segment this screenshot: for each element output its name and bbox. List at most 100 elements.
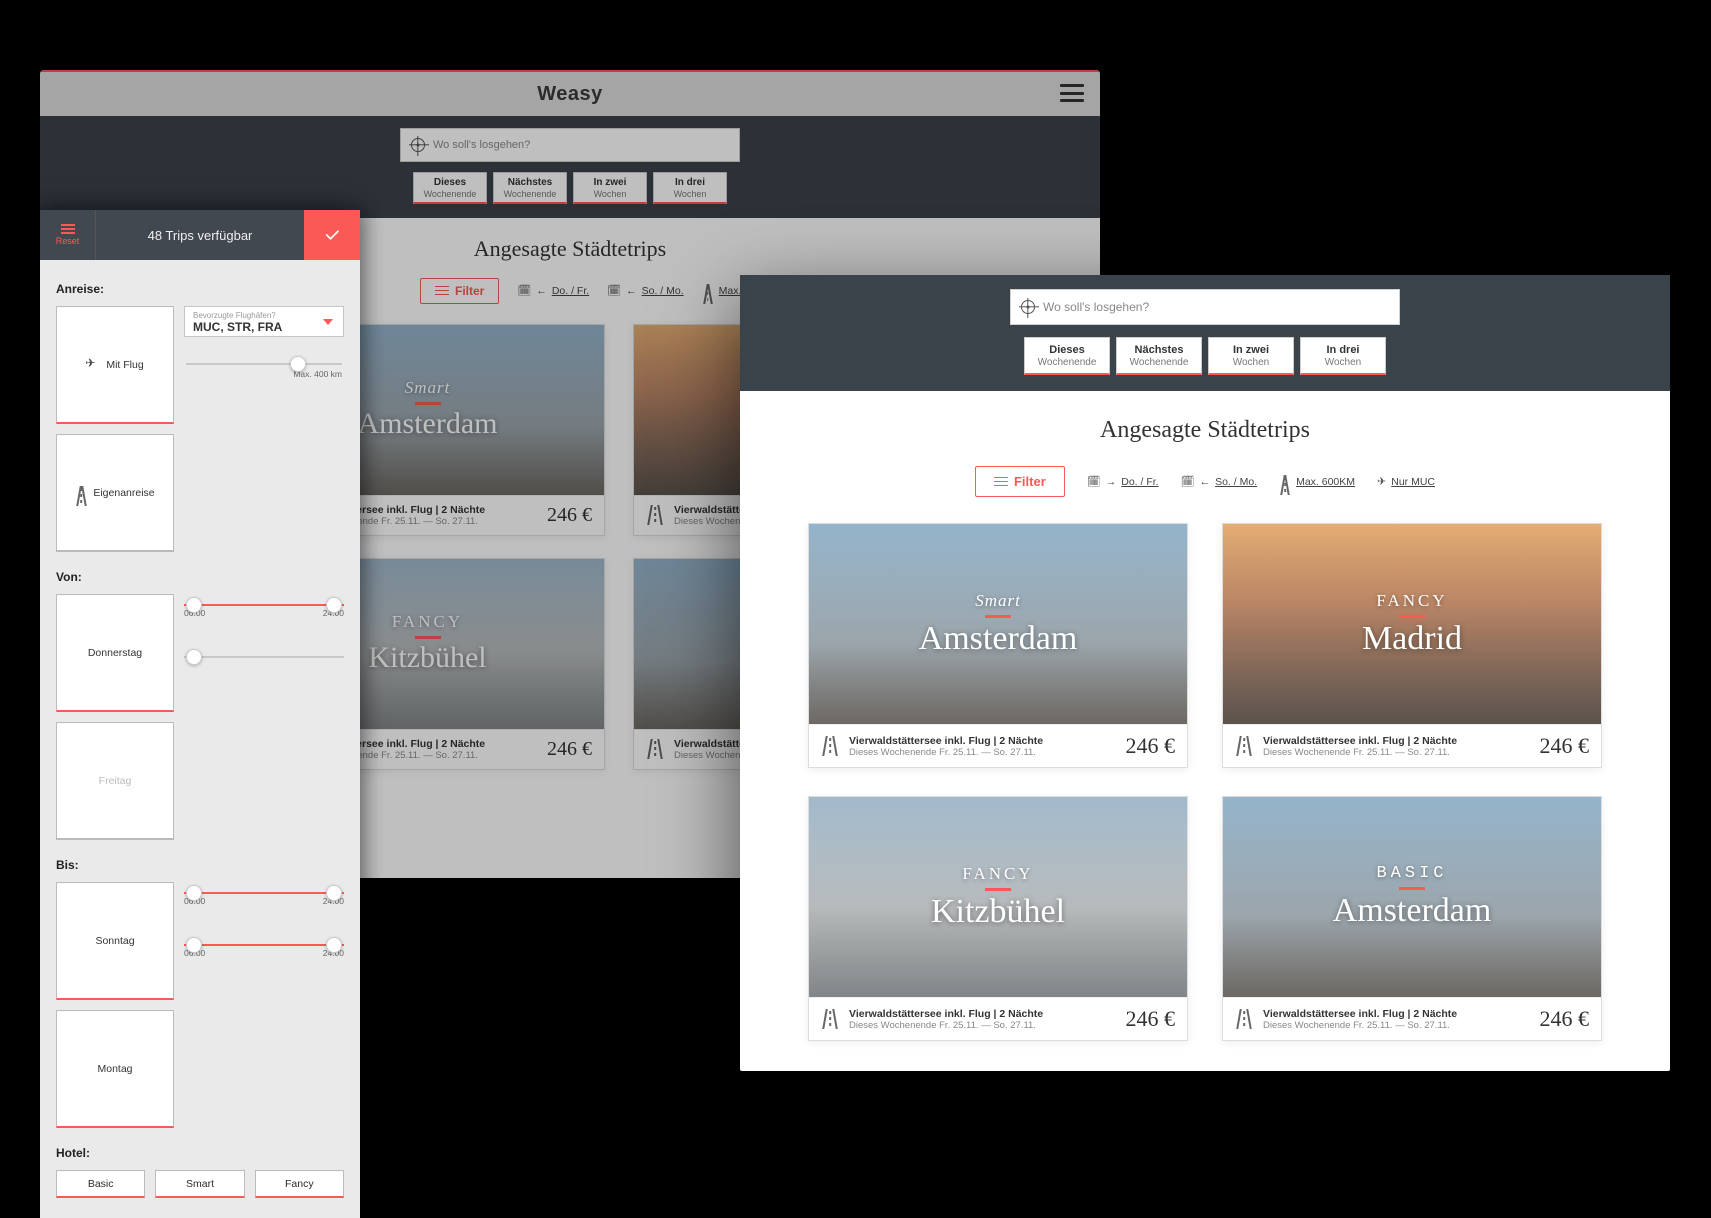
road-icon [646,505,664,525]
plane-icon [86,358,100,372]
time-slider-von-2[interactable] [184,646,344,662]
check-icon [323,226,341,244]
card-tag: BASIC [1376,864,1447,883]
trip-count: 48 Trips verfügbar [96,210,304,260]
filter-panel-header: Reset 48 Trips verfügbar [40,210,360,260]
chip-distance[interactable]: Max. 600KM [1279,475,1355,489]
hotel-option-fancy[interactable]: Fancy [255,1170,344,1198]
searchbar: Wo soll's losgehen? DiesesWochenende Näc… [740,275,1670,391]
date-pill[interactable]: In zweiWochen [1208,337,1294,375]
section-von-label: Von: [56,570,344,584]
chip-return[interactable]: 🗓←So. / Mo. [607,284,683,297]
date-pill-row: DiesesWochenende NächstesWochenende In z… [413,172,727,204]
card-price: 246 € [1540,1006,1590,1032]
chip-airport[interactable]: ✈Nur MUC [1377,475,1435,488]
calendar-icon: 🗓 [517,284,531,297]
calendar-icon: 🗓 [1181,475,1195,488]
date-pill[interactable]: NächstesWochenende [1116,337,1202,375]
search-input[interactable]: Wo soll's losgehen? [1010,289,1400,325]
time-slider-bis-2[interactable]: 06:0024:00 [184,934,344,958]
card-price: 246 € [1126,733,1176,759]
card-price: 246 € [547,738,592,761]
card-tag: Smart [405,378,451,398]
target-icon [411,138,425,152]
airport-select[interactable]: Bevorzugte Flughäfen? MUC, STR, FRA [184,306,344,337]
hotel-option-basic[interactable]: Basic [56,1170,145,1198]
filter-button[interactable]: Filter [420,278,499,304]
window-foreground: Wo soll's losgehen? DiesesWochenende Näc… [740,275,1670,1071]
card-price: 246 € [547,504,592,527]
road-icon [1279,475,1291,489]
filter-panel: Reset 48 Trips verfügbar Anreise: Mit Fl… [40,210,360,1218]
trip-card[interactable]: FANCY Madrid Vierwaldstättersee inkl. Fl… [1222,523,1602,768]
accent-underline [1399,615,1425,618]
card-tag: FANCY [962,864,1033,884]
card-tag: Smart [975,591,1021,611]
road-icon [75,486,87,500]
search-placeholder: Wo soll's losgehen? [433,139,530,151]
date-pill[interactable]: In dreiWochen [1300,337,1386,375]
card-city: Amsterdam [919,620,1078,658]
trip-card[interactable]: BASIC Amsterdam Vierwaldstättersee inkl.… [1222,796,1602,1041]
calendar-icon: 🗓 [1087,475,1101,488]
trip-card[interactable]: FANCY Kitzbühel Vierwaldstättersee inkl.… [808,796,1188,1041]
reset-button[interactable]: Reset [40,210,96,260]
option-mit-flug[interactable]: Mit Flug [56,306,174,424]
section-bis-label: Bis: [56,858,344,872]
filter-summary-row: Filter 🗓→Do. / Fr. 🗓←So. / Mo. Max. 600K… [975,466,1435,497]
menu-icon[interactable] [1060,84,1084,102]
option-sonntag[interactable]: Sonntag [56,882,174,1000]
time-slider-von-1[interactable]: 06:0024:00 [184,594,344,618]
apply-button[interactable] [304,210,360,260]
accent-underline [1399,887,1425,890]
option-freitag[interactable]: Freitag [56,722,174,840]
date-pill[interactable]: NächstesWochenende [493,172,567,204]
search-input[interactable]: Wo soll's losgehen? [400,128,740,162]
chip-depart[interactable]: 🗓←Do. / Fr. [517,284,589,297]
accent-underline [985,615,1011,618]
distance-slider[interactable]: Max. 400 km [184,347,344,379]
filter-button[interactable]: Filter [975,466,1065,497]
chip-depart[interactable]: 🗓→Do. / Fr. [1087,475,1159,488]
section-hotel-label: Hotel: [56,1146,344,1160]
section-anreise-label: Anreise: [56,282,344,296]
road-icon [821,736,839,756]
content: Angesagte Städtetrips Filter 🗓→Do. / Fr.… [740,391,1670,1071]
airport-hint: Bevorzugte Flughäfen? [193,311,335,320]
date-pill[interactable]: In zweiWochen [573,172,647,204]
option-montag[interactable]: Montag [56,1010,174,1128]
road-icon [1235,1009,1253,1029]
accent-underline [415,636,441,639]
page-title: Angesagte Städtetrips [1100,417,1310,444]
accent-underline [985,888,1011,891]
road-icon [702,284,714,297]
calendar-icon: 🗓 [607,284,621,297]
card-city: Amsterdam [1333,892,1492,930]
road-icon [821,1009,839,1029]
option-eigenanreise[interactable]: Eigenanreise [56,434,174,552]
time-slider-bis-1[interactable]: 06:0024:00 [184,882,344,906]
sliders-icon [994,477,1008,487]
date-pill[interactable]: DiesesWochenende [1024,337,1110,375]
road-icon [646,739,664,759]
card-city: Kitzbühel [931,893,1065,931]
sliders-icon [61,224,75,234]
hotel-option-smart[interactable]: Smart [155,1170,244,1198]
card-price: 246 € [1126,1006,1176,1032]
chip-return[interactable]: 🗓←So. / Mo. [1181,475,1257,488]
plane-icon: ✈ [1377,475,1386,488]
road-icon [1235,736,1253,756]
card-grid: Smart Amsterdam Vierwaldstättersee inkl.… [808,523,1602,1041]
card-city: Madrid [1362,620,1462,658]
searchbar: Wo soll's losgehen? DiesesWochenende Näc… [40,116,1100,218]
search-placeholder: Wo soll's losgehen? [1043,300,1149,314]
card-city: Kitzbühel [368,641,486,675]
trip-card[interactable]: Smart Amsterdam Vierwaldstättersee inkl.… [808,523,1188,768]
card-price: 246 € [1540,733,1590,759]
option-donnerstag[interactable]: Donnerstag [56,594,174,712]
airport-value: MUC, STR, FRA [193,320,335,334]
date-pill-row: DiesesWochenende NächstesWochenende In z… [1024,337,1386,375]
brand-logo: Weasy [537,83,603,106]
date-pill[interactable]: In dreiWochen [653,172,727,204]
date-pill[interactable]: DiesesWochenende [413,172,487,204]
